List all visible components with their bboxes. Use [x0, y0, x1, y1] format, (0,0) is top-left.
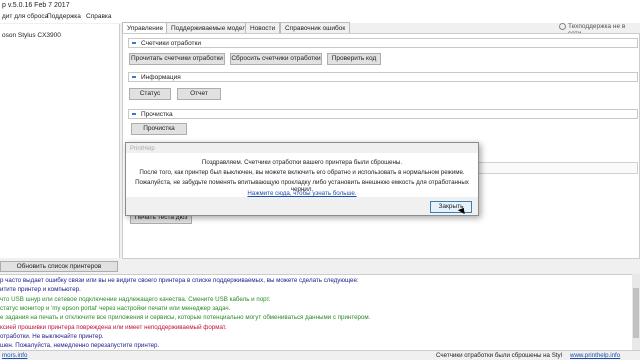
- read-counters-button[interactable]: Прочитать счетчики отработки: [129, 53, 225, 65]
- check-code-button[interactable]: Проверить код: [327, 53, 381, 65]
- printhelp-link[interactable]: www.printhelp.info: [570, 352, 620, 359]
- section-counters-title: Счетчики отработки: [141, 40, 202, 47]
- log-line: шен. Пожалуйста, немедленно перезапустит…: [0, 342, 160, 350]
- section-info-title: Информация: [141, 74, 181, 81]
- report-button[interactable]: Отчет: [177, 88, 221, 100]
- cleaning-button[interactable]: Прочистка: [131, 123, 187, 135]
- log-line: статус монитор и 'my epson portal' через…: [0, 304, 231, 312]
- menu-item-reset[interactable]: дит для сброса: [2, 13, 48, 20]
- log-line: итите принтер и компьютер.: [0, 286, 81, 294]
- dialog-message-line: Поздравляем. Счетчики отработки вашего п…: [201, 159, 403, 166]
- menu-item-help[interactable]: Справка: [86, 13, 112, 20]
- section-counters[interactable]: Счетчики отработки: [128, 38, 638, 48]
- obscured-group: [478, 162, 638, 174]
- section-cleaning-title: Прочистка: [141, 111, 173, 118]
- menu-item-support[interactable]: Поддержка: [47, 13, 81, 20]
- log-line: что USB шнур или сетевое подключение над…: [0, 295, 271, 303]
- dialog-title: PrintHelp: [130, 146, 155, 152]
- learn-more-link[interactable]: Нажмите сюда, чтобы узнать больше.: [126, 190, 478, 197]
- log-line: ксией прошивки принтера повреждена или и…: [0, 323, 227, 331]
- help-circle-icon: [559, 23, 566, 30]
- status-message: Счетчики отработки были сброшены на Styl: [436, 352, 563, 359]
- title-bar: p v.5.0.16 Feb 7 2017: [0, 0, 640, 12]
- status-site-link[interactable]: mors.info: [2, 352, 27, 359]
- log-line: е задания на печать и отключите все прил…: [0, 314, 371, 322]
- status-bar: mors.info Счетчики отработки были сброше…: [0, 350, 640, 360]
- log-line: р часто выдает ошибку связи или вы не ви…: [0, 277, 359, 284]
- dialog-message-line: После того, как принтер был выключен, вы…: [139, 169, 465, 176]
- status-button[interactable]: Статус: [129, 88, 171, 100]
- printer-list[interactable]: oson Stylus CX3900: [0, 24, 120, 258]
- section-info[interactable]: Информация: [128, 72, 638, 82]
- printer-list-item[interactable]: oson Stylus CX3900: [2, 32, 61, 39]
- success-dialog: PrintHelp Поздравляем. Счетчики отработк…: [125, 142, 479, 216]
- log-scrollbar[interactable]: [632, 274, 640, 350]
- log-line: отработки. Не выключайте принтер.: [0, 332, 104, 340]
- scrollbar-thumb[interactable]: [633, 288, 639, 338]
- log-panel: р часто выдает ошибку связи или вы не ви…: [0, 274, 632, 350]
- section-cleaning[interactable]: Прочистка: [128, 109, 638, 119]
- refresh-printers-button[interactable]: Обновить список принтеров: [0, 261, 118, 272]
- reset-counters-button[interactable]: Сбросить счетчики отработки: [230, 53, 322, 65]
- window-title: p v.5.0.16 Feb 7 2017: [2, 2, 70, 9]
